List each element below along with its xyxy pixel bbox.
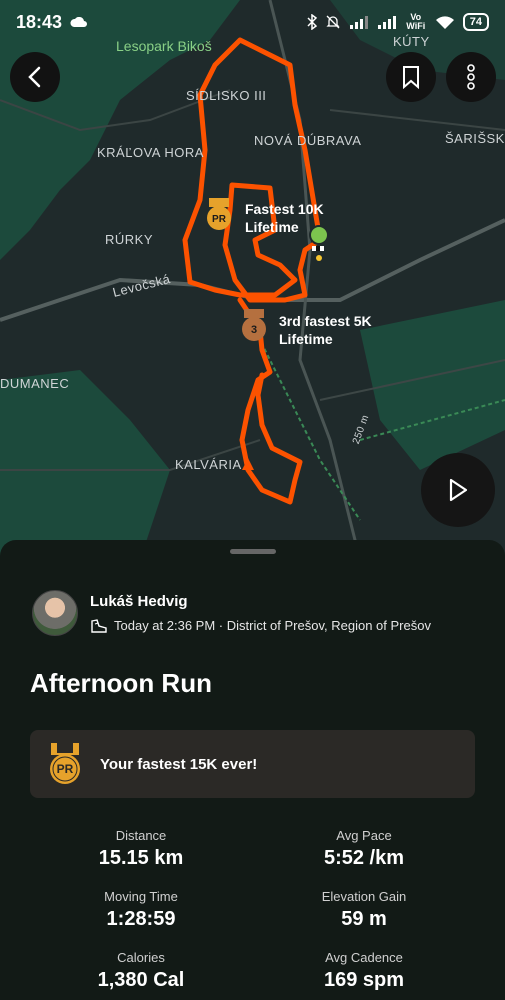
athlete-header[interactable]: Lukáš Hedvig Today at 2:36 PM · District… [32,590,431,636]
shoe-icon [91,618,107,633]
forest-area [0,370,170,560]
start-marker-icon [309,225,329,261]
pr-medal-icon: PR [50,743,80,784]
battery-indicator: 74 [462,13,489,31]
map-label-dumanec: DUMANEC [0,376,70,391]
pr-badge-icon: PR [207,198,231,230]
map-label-kralova-hora: KRÁĽOVA HORA [97,145,204,160]
third-badge-text: 3 [251,324,257,336]
stat-label: Avg Cadence [325,950,403,965]
status-bar: 18:43 Vo WiFi 74 [0,0,505,44]
stat-value: 59 m [341,908,387,930]
activity-title: Afternoon Run [30,668,212,698]
stat-value: 169 spm [323,969,405,991]
drag-handle[interactable] [230,549,276,554]
signal-icon [349,16,368,29]
vowifi-label: Vo WiFi [406,12,426,31]
back-button[interactable] [10,52,60,102]
stat-value: 1:28:59 [106,908,176,930]
more-options-button[interactable] [446,52,496,102]
stat-avg-pace: Avg Pace 5:52 /km [264,828,464,870]
stat-label: Avg Pace [336,828,392,843]
stat-value: 5:52 /km [323,847,405,869]
stat-elevation-gain: Elevation Gain 59 m [264,889,464,931]
stat-moving-time: Moving Time 1:28:59 [41,889,241,931]
athlete-name[interactable]: Lukáš Hedvig [90,593,431,610]
map-label-rurky: RÚRKY [105,232,154,247]
stat-value: 1,380 Cal [97,969,185,991]
status-time: 18:43 [16,11,63,32]
callout-third-5k: 3rd fastest 5K Lifetime [279,313,372,347]
stat-label: Elevation Gain [321,889,407,904]
map-label-sarissk: ŠARIŠSK [445,131,505,146]
third-place-badge-icon: 3 [242,309,266,341]
pr-badge-text: PR [212,214,227,225]
stat-value: 15.15 km [98,847,184,869]
status-icons: Vo WiFi 74 [307,13,489,31]
play-flyover-button[interactable] [421,453,495,527]
achievement-text: Your fastest 15K ever! [100,755,258,773]
achievement-card[interactable]: PR Your fastest 15K ever! [30,730,475,798]
activity-meta-text: Today at 2:36 PM · District of Prešov, R… [114,618,431,633]
activity-sheet: Lukáš Hedvig Today at 2:36 PM · District… [0,540,505,1000]
forest-area [360,300,505,470]
stat-calories: Calories 1,380 Cal [41,950,241,992]
wifi-icon [435,16,454,29]
signal-icon [377,16,396,29]
activity-meta: Today at 2:36 PM · District of Prešov, R… [90,618,431,634]
stat-avg-cadence: Avg Cadence 169 spm [264,950,464,992]
map-label-kalvaria: KALVÁRIA [175,457,242,472]
cloud-icon [70,17,87,27]
route-line [182,37,323,505]
map-label-nova-dubrava: NOVÁ DÚBRAVA [254,133,362,148]
chevron-left-icon [28,66,41,88]
stat-label: Moving Time [104,889,178,904]
mute-icon [326,15,340,29]
pr-medal-text: PR [57,762,74,776]
more-vertical-icon [467,64,475,90]
stat-label: Calories [117,950,165,965]
bluetooth-icon [307,14,317,30]
bookmark-icon [403,66,419,89]
stat-distance: Distance 15.15 km [41,828,241,870]
road [268,0,362,560]
bookmark-button[interactable] [386,52,436,102]
avatar[interactable] [32,590,78,636]
road [329,109,505,131]
play-icon [449,478,468,502]
map-label-sidlisko: SÍDLISKO III [186,88,267,103]
stat-label: Distance [115,828,167,843]
